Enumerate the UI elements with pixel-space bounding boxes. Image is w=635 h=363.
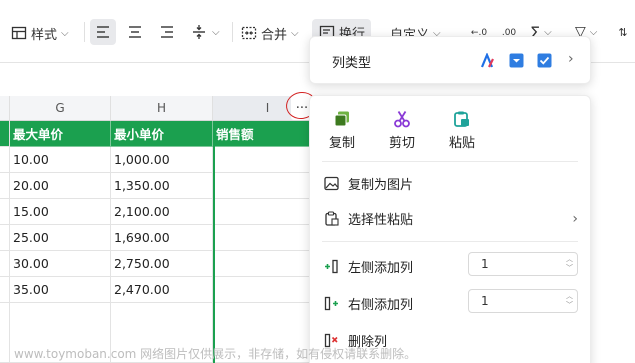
column-context-menu: 复制 剪切 粘贴 复制为图片 选择性粘贴 › 左侧添加列 1 ︿ ﹀ 右侧添加列… xyxy=(309,95,591,363)
sort-button[interactable]: ⇅ xyxy=(614,19,632,45)
merge-cells-icon xyxy=(240,24,258,42)
cell[interactable] xyxy=(0,303,10,363)
dropdown-type-icon[interactable] xyxy=(509,53,524,68)
column-header-h[interactable]: H xyxy=(111,96,213,121)
paste-special-item[interactable]: 选择性粘贴 › xyxy=(324,209,578,228)
copy-as-image-label: 复制为图片 xyxy=(348,178,414,193)
style-dropdown[interactable]: 样式 ⌵ xyxy=(10,20,69,46)
table-cell[interactable]: 1,690.00 xyxy=(111,225,213,251)
insert-left-count-value: 1 xyxy=(481,257,489,271)
chevron-down-icon: ⌵ xyxy=(61,27,69,39)
cut-button[interactable]: 剪切 xyxy=(382,110,422,151)
image-icon xyxy=(324,176,340,191)
cut-label: 剪切 xyxy=(388,136,415,151)
text-type-icon[interactable] xyxy=(480,53,496,69)
insert-left-label: 左侧添加列 xyxy=(348,261,414,276)
align-right-icon xyxy=(158,23,176,41)
cell[interactable] xyxy=(0,121,10,147)
cell[interactable] xyxy=(0,199,10,225)
align-left-button[interactable] xyxy=(90,19,116,45)
chevron-right-icon[interactable]: › xyxy=(568,51,574,67)
chevron-right-icon: › xyxy=(572,210,578,227)
insert-left-item[interactable]: 左侧添加列 xyxy=(324,257,413,276)
table-cell[interactable] xyxy=(213,147,313,173)
paste-special-icon xyxy=(324,211,340,226)
table-cell[interactable]: 2,100.00 xyxy=(111,199,213,225)
chevron-down-icon: ⌵ xyxy=(212,26,220,38)
copy-label: 复制 xyxy=(328,136,355,151)
spreadsheet-app: 样式 ⌵ ⌵ 合并 ⌵ 换行 自定义 ⌵ ←.0 .00 Σ ⌵ ▽ ⌵ ⇅ G… xyxy=(0,0,635,363)
align-right-button[interactable] xyxy=(156,19,178,45)
sort-icon: ⇅ xyxy=(618,25,628,39)
cell[interactable] xyxy=(0,173,10,199)
chevron-down-icon: ⌵ xyxy=(589,26,598,38)
table-cell[interactable]: 35.00 xyxy=(10,277,111,303)
cell[interactable] xyxy=(0,147,10,173)
table-cell[interactable]: 1,350.00 xyxy=(111,173,213,199)
stepper-arrows-icon[interactable]: ︿ ﹀ xyxy=(566,255,573,273)
insert-column-right-icon xyxy=(324,296,340,311)
paste-label: 粘贴 xyxy=(448,136,475,151)
table-cell[interactable] xyxy=(213,199,313,225)
table-cell[interactable]: 2,750.00 xyxy=(111,251,213,277)
watermark-text: www.toymoban.com 网络图片仅供展示，非存储，如有侵权请联系删除。 xyxy=(14,347,417,361)
table-cell[interactable]: 25.00 xyxy=(10,225,111,251)
menu-divider xyxy=(322,161,578,162)
cell[interactable] xyxy=(0,251,10,277)
scissors-icon xyxy=(393,110,411,128)
column-type-menu: 列类型 › xyxy=(309,36,591,84)
align-center-button[interactable] xyxy=(124,19,146,45)
align-center-icon xyxy=(126,23,144,41)
column-header-g[interactable]: G xyxy=(10,96,111,121)
toolbar-divider xyxy=(232,22,233,42)
copy-icon xyxy=(333,110,351,128)
align-left-icon xyxy=(94,23,112,41)
table-cell[interactable]: 1,000.00 xyxy=(111,147,213,173)
table-cell[interactable]: 20.00 xyxy=(10,173,111,199)
cell[interactable] xyxy=(0,277,10,303)
insert-right-count-input[interactable]: 1 ︿ ﹀ xyxy=(468,289,578,313)
checkbox-type-icon[interactable] xyxy=(537,53,552,68)
table-cell[interactable] xyxy=(213,277,313,303)
table-cell[interactable] xyxy=(213,173,313,199)
column-header-partial[interactable] xyxy=(0,96,10,121)
table-cell[interactable] xyxy=(213,225,313,251)
copy-as-image-item[interactable]: 复制为图片 xyxy=(324,174,578,193)
vertical-align-middle-icon xyxy=(190,23,208,41)
paste-special-label: 选择性粘贴 xyxy=(348,213,414,228)
merge-dropdown[interactable]: 合并 ⌵ xyxy=(240,20,299,46)
merge-label: 合并 xyxy=(261,27,288,43)
insert-left-count-input[interactable]: 1 ︿ ﹀ xyxy=(468,252,578,276)
cell[interactable] xyxy=(0,225,10,251)
paste-button[interactable]: 粘贴 xyxy=(442,110,482,151)
vertical-align-dropdown[interactable]: ⌵ xyxy=(190,19,220,45)
toolbar-divider xyxy=(84,22,85,42)
insert-right-item[interactable]: 右侧添加列 xyxy=(324,294,413,313)
insert-right-count-value: 1 xyxy=(481,294,489,308)
clipboard-icon xyxy=(453,110,471,128)
table-cell[interactable]: 2,470.00 xyxy=(111,277,213,303)
stepper-arrows-icon[interactable]: ︿ ﹀ xyxy=(566,292,573,310)
chevron-down-icon: ⌵ xyxy=(291,27,299,39)
menu-divider xyxy=(322,241,578,242)
selected-column-border xyxy=(213,121,215,363)
style-label: 样式 xyxy=(31,27,58,43)
header-cell-min-price[interactable]: 最小单价 xyxy=(111,121,213,147)
table-cell[interactable]: 15.00 xyxy=(10,199,111,225)
header-cell-max-price[interactable]: 最大单价 xyxy=(10,121,111,147)
table-cell[interactable] xyxy=(213,251,313,277)
insert-column-left-icon xyxy=(324,259,340,274)
table-cell[interactable]: 10.00 xyxy=(10,147,111,173)
insert-right-label: 右侧添加列 xyxy=(348,298,414,313)
column-type-label: 列类型 xyxy=(332,56,372,71)
copy-button[interactable]: 复制 xyxy=(322,110,362,151)
header-cell-sales[interactable]: 销售额 xyxy=(213,121,313,147)
table-cell[interactable]: 30.00 xyxy=(10,251,111,277)
table-style-icon xyxy=(10,24,28,42)
